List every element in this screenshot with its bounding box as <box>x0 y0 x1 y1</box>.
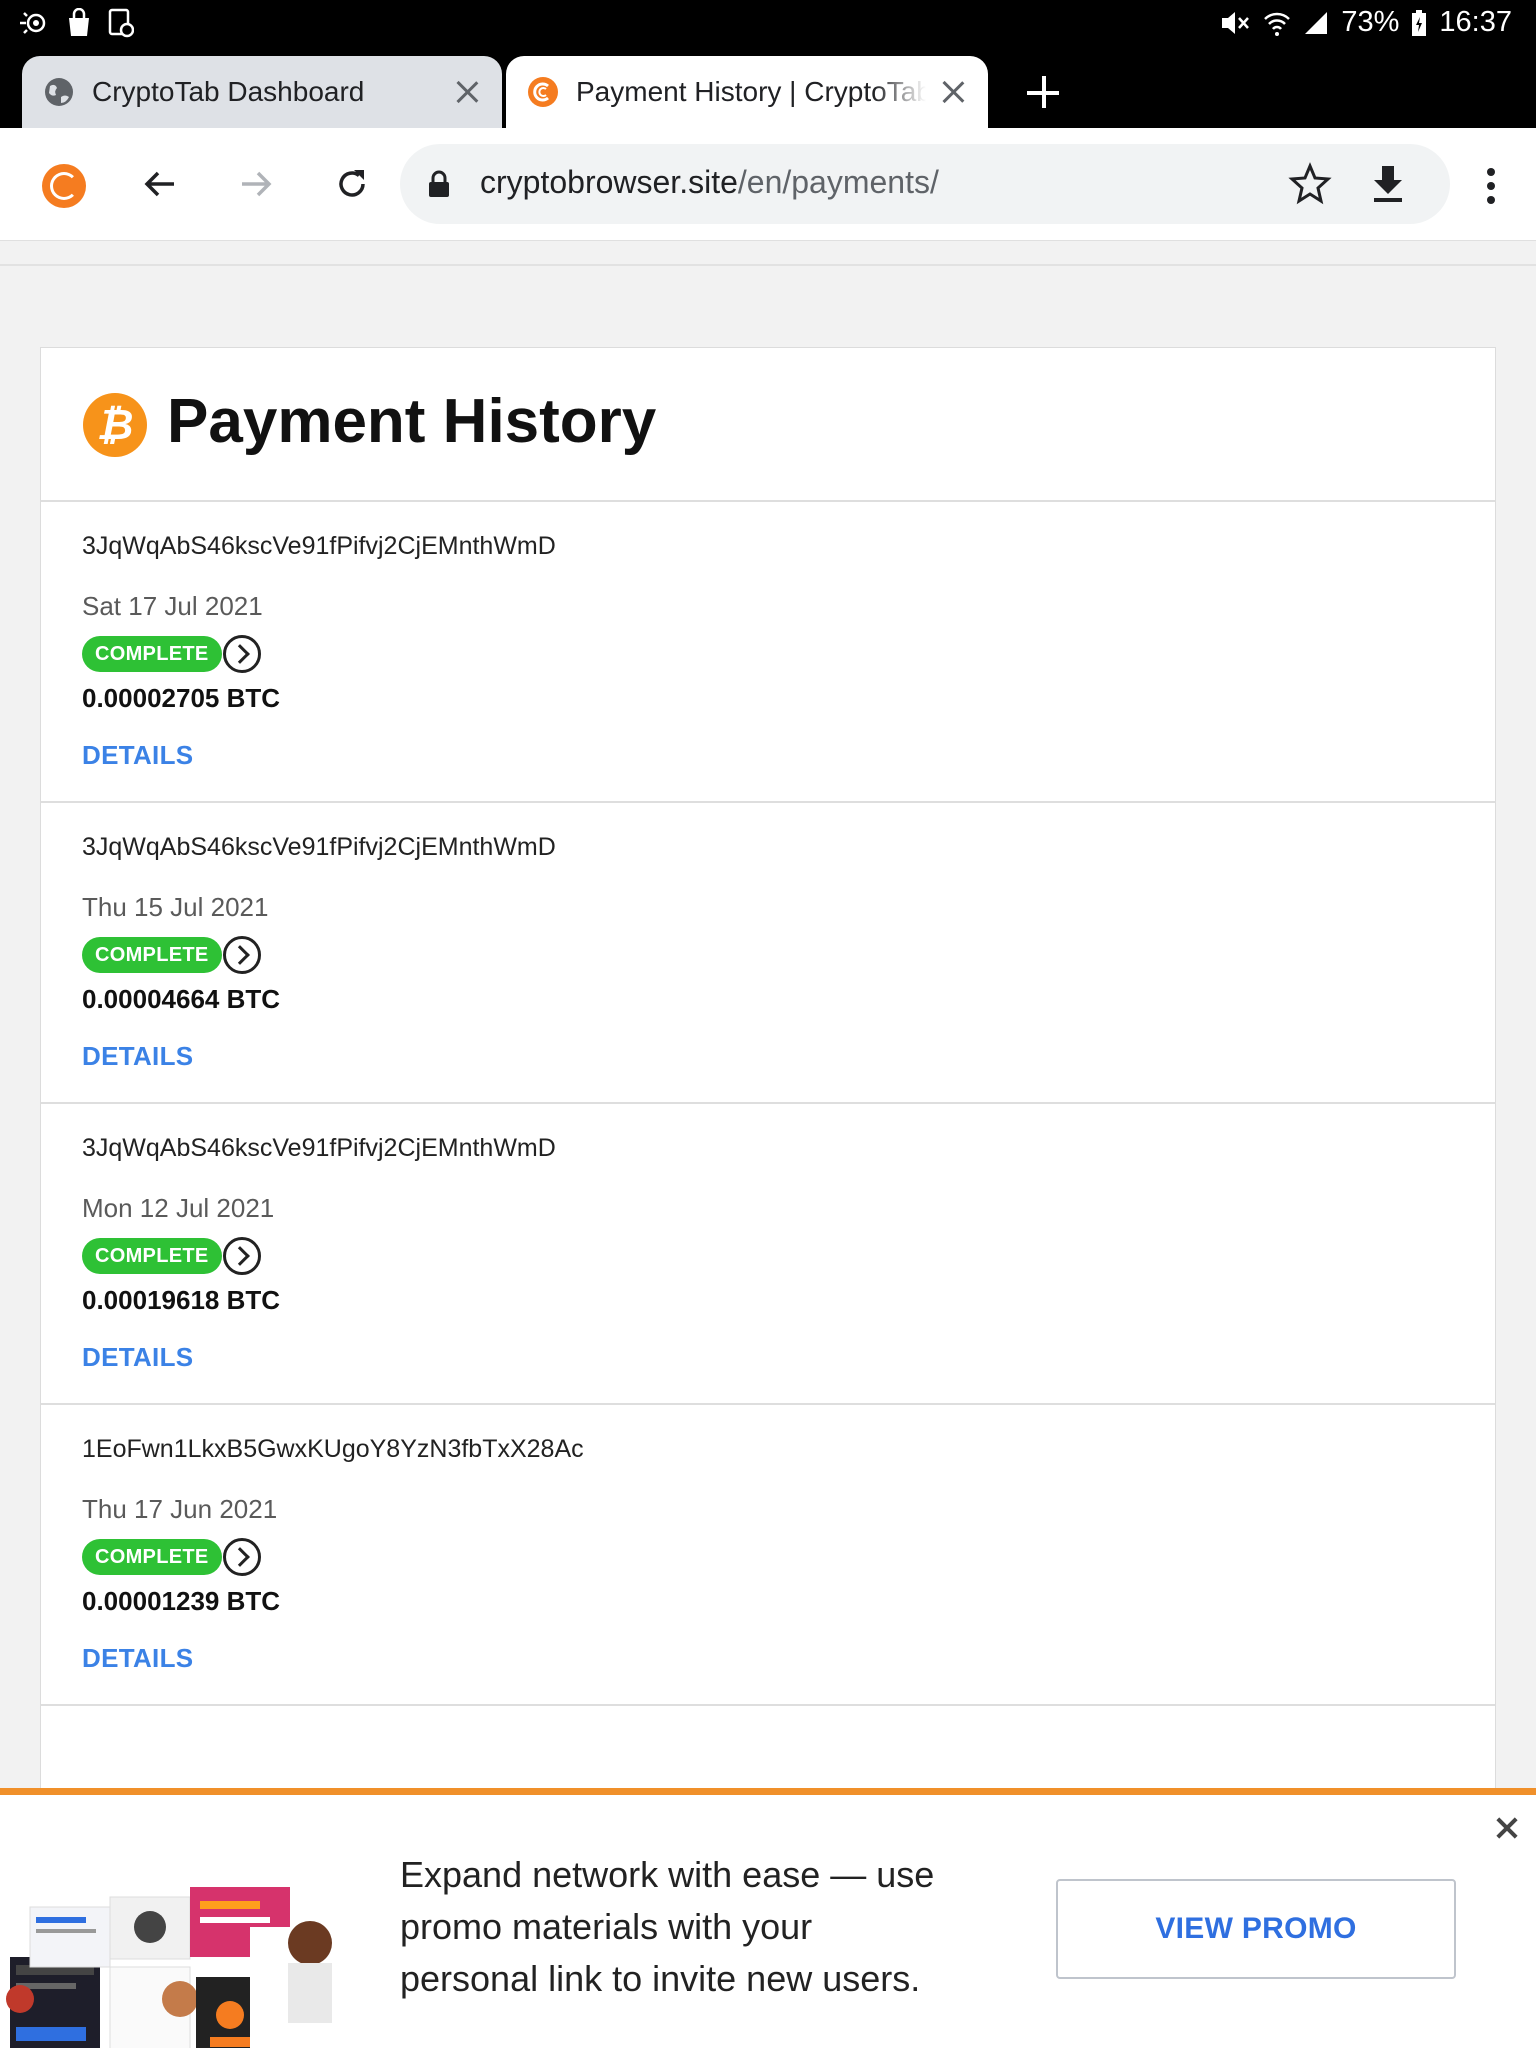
reload-button[interactable] <box>322 154 382 214</box>
address-bar[interactable]: cryptobrowser.site/en/payments/ <box>400 144 1450 224</box>
tab-strip: CryptoTab Dashboard Payment History | Cr… <box>0 50 1536 128</box>
reload-icon <box>339 170 365 197</box>
payment-date: Thu 15 Jul 2021 <box>82 892 269 922</box>
page-top-strip <box>0 240 1536 266</box>
view-promo-button[interactable]: VIEW PROMO <box>1056 1879 1456 1979</box>
payment-item: 3JqWqAbS46kscVe91fPifvj2CjEMnthWmD Sat 1… <box>41 502 1495 803</box>
details-link[interactable]: DETAILS <box>82 1041 193 1072</box>
payment-amount: 0.00002705 BTC <box>82 683 281 713</box>
promo-materials-illustration <box>6 1887 332 2048</box>
chevron-right-circle-icon[interactable] <box>223 635 261 673</box>
card-header: ₿ Payment History <box>41 348 1495 502</box>
cryptotab-icon <box>528 77 558 107</box>
status-badge: COMPLETE <box>82 1238 222 1274</box>
payment-address: 1EoFwn1LkxB5GwxKUgoY8YzN3fbTxX28Ac <box>82 1435 584 1463</box>
globe-icon <box>44 77 74 107</box>
page-title: Payment History <box>167 387 657 456</box>
payment-item: 3JqWqAbS46kscVe91fPifvj2CjEMnthWmD Mon 1… <box>41 1104 1495 1405</box>
download-icon[interactable] <box>1366 162 1410 206</box>
payment-address: 3JqWqAbS46kscVe91fPifvj2CjEMnthWmD <box>82 1134 556 1162</box>
chevron-right-circle-icon[interactable] <box>223 1538 261 1576</box>
hotspot-icon <box>20 12 46 34</box>
status-bar: 73% 16:37 <box>0 0 1536 50</box>
clock: 16:37 <box>1439 6 1512 38</box>
tab-payment-history[interactable]: Payment History | CryptoTab <box>506 56 988 128</box>
promo-banner: Expand network with ease — use promo mat… <box>0 1788 1536 2048</box>
status-badge: COMPLETE <box>82 937 222 973</box>
payment-item: 1EoFwn1LkxB5GwxKUgoY8YzN3fbTxX28Ac Thu 1… <box>41 1405 1495 1706</box>
payment-amount: 0.00001239 BTC <box>82 1586 281 1616</box>
chevron-right-circle-icon[interactable] <box>223 936 261 974</box>
tab-title: CryptoTab Dashboard <box>92 76 365 107</box>
bitcoin-icon: ₿ <box>83 393 147 457</box>
battery-icon <box>1412 9 1427 36</box>
signal-icon <box>1305 11 1328 34</box>
payment-date: Sat 17 Jul 2021 <box>82 591 263 621</box>
close-tab-icon[interactable] <box>450 75 484 109</box>
url-path: /en/payments/ <box>737 164 939 200</box>
promo-text: Expand network with ease — use promo mat… <box>400 1854 935 1999</box>
tab-title: Payment History | CryptoTab <box>576 76 926 107</box>
browser-toolbar: cryptobrowser.site/en/payments/ <box>0 128 1536 240</box>
more-menu-icon[interactable] <box>1476 164 1506 208</box>
url-domain: cryptobrowser.site <box>480 164 738 200</box>
shopping-bag-icon <box>69 8 89 36</box>
lock-icon[interactable] <box>428 170 450 198</box>
mute-icon <box>1222 11 1250 34</box>
details-link[interactable]: DETAILS <box>82 740 193 771</box>
chevron-right-circle-icon[interactable] <box>223 1237 261 1275</box>
tab-cryptotab-dashboard[interactable]: CryptoTab Dashboard <box>22 56 502 128</box>
close-icon[interactable] <box>1494 1815 1520 1841</box>
payment-date: Thu 17 Jun 2021 <box>82 1494 278 1524</box>
payment-address: 3JqWqAbS46kscVe91fPifvj2CjEMnthWmD <box>82 532 556 560</box>
status-badge: COMPLETE <box>82 1539 222 1575</box>
wifi-icon <box>1264 12 1291 36</box>
battery-percent: 73% <box>1341 6 1400 38</box>
payment-item: 3JqWqAbS46kscVe91fPifvj2CjEMnthWmD Thu 1… <box>41 803 1495 1104</box>
close-tab-icon[interactable] <box>936 75 970 109</box>
payment-amount: 0.00004664 BTC <box>82 984 281 1014</box>
forward-button[interactable] <box>226 154 286 214</box>
payment-address: 3JqWqAbS46kscVe91fPifvj2CjEMnthWmD <box>82 833 556 861</box>
new-tab-button[interactable] <box>1024 72 1064 112</box>
url-text[interactable]: cryptobrowser.site/en/payments/ <box>480 164 939 201</box>
back-arrow-icon <box>144 171 174 197</box>
payment-amount: 0.00019618 BTC <box>82 1285 281 1315</box>
details-link[interactable]: DETAILS <box>82 1342 193 1373</box>
status-badge: COMPLETE <box>82 636 222 672</box>
screenshot-icon <box>108 8 134 38</box>
details-link[interactable]: DETAILS <box>82 1643 193 1674</box>
forward-arrow-icon <box>242 171 272 197</box>
cryptotab-logo-icon[interactable] <box>42 164 86 208</box>
back-button[interactable] <box>130 154 190 214</box>
payment-date: Mon 12 Jul 2021 <box>82 1193 275 1223</box>
bookmark-star-icon[interactable] <box>1288 162 1332 206</box>
